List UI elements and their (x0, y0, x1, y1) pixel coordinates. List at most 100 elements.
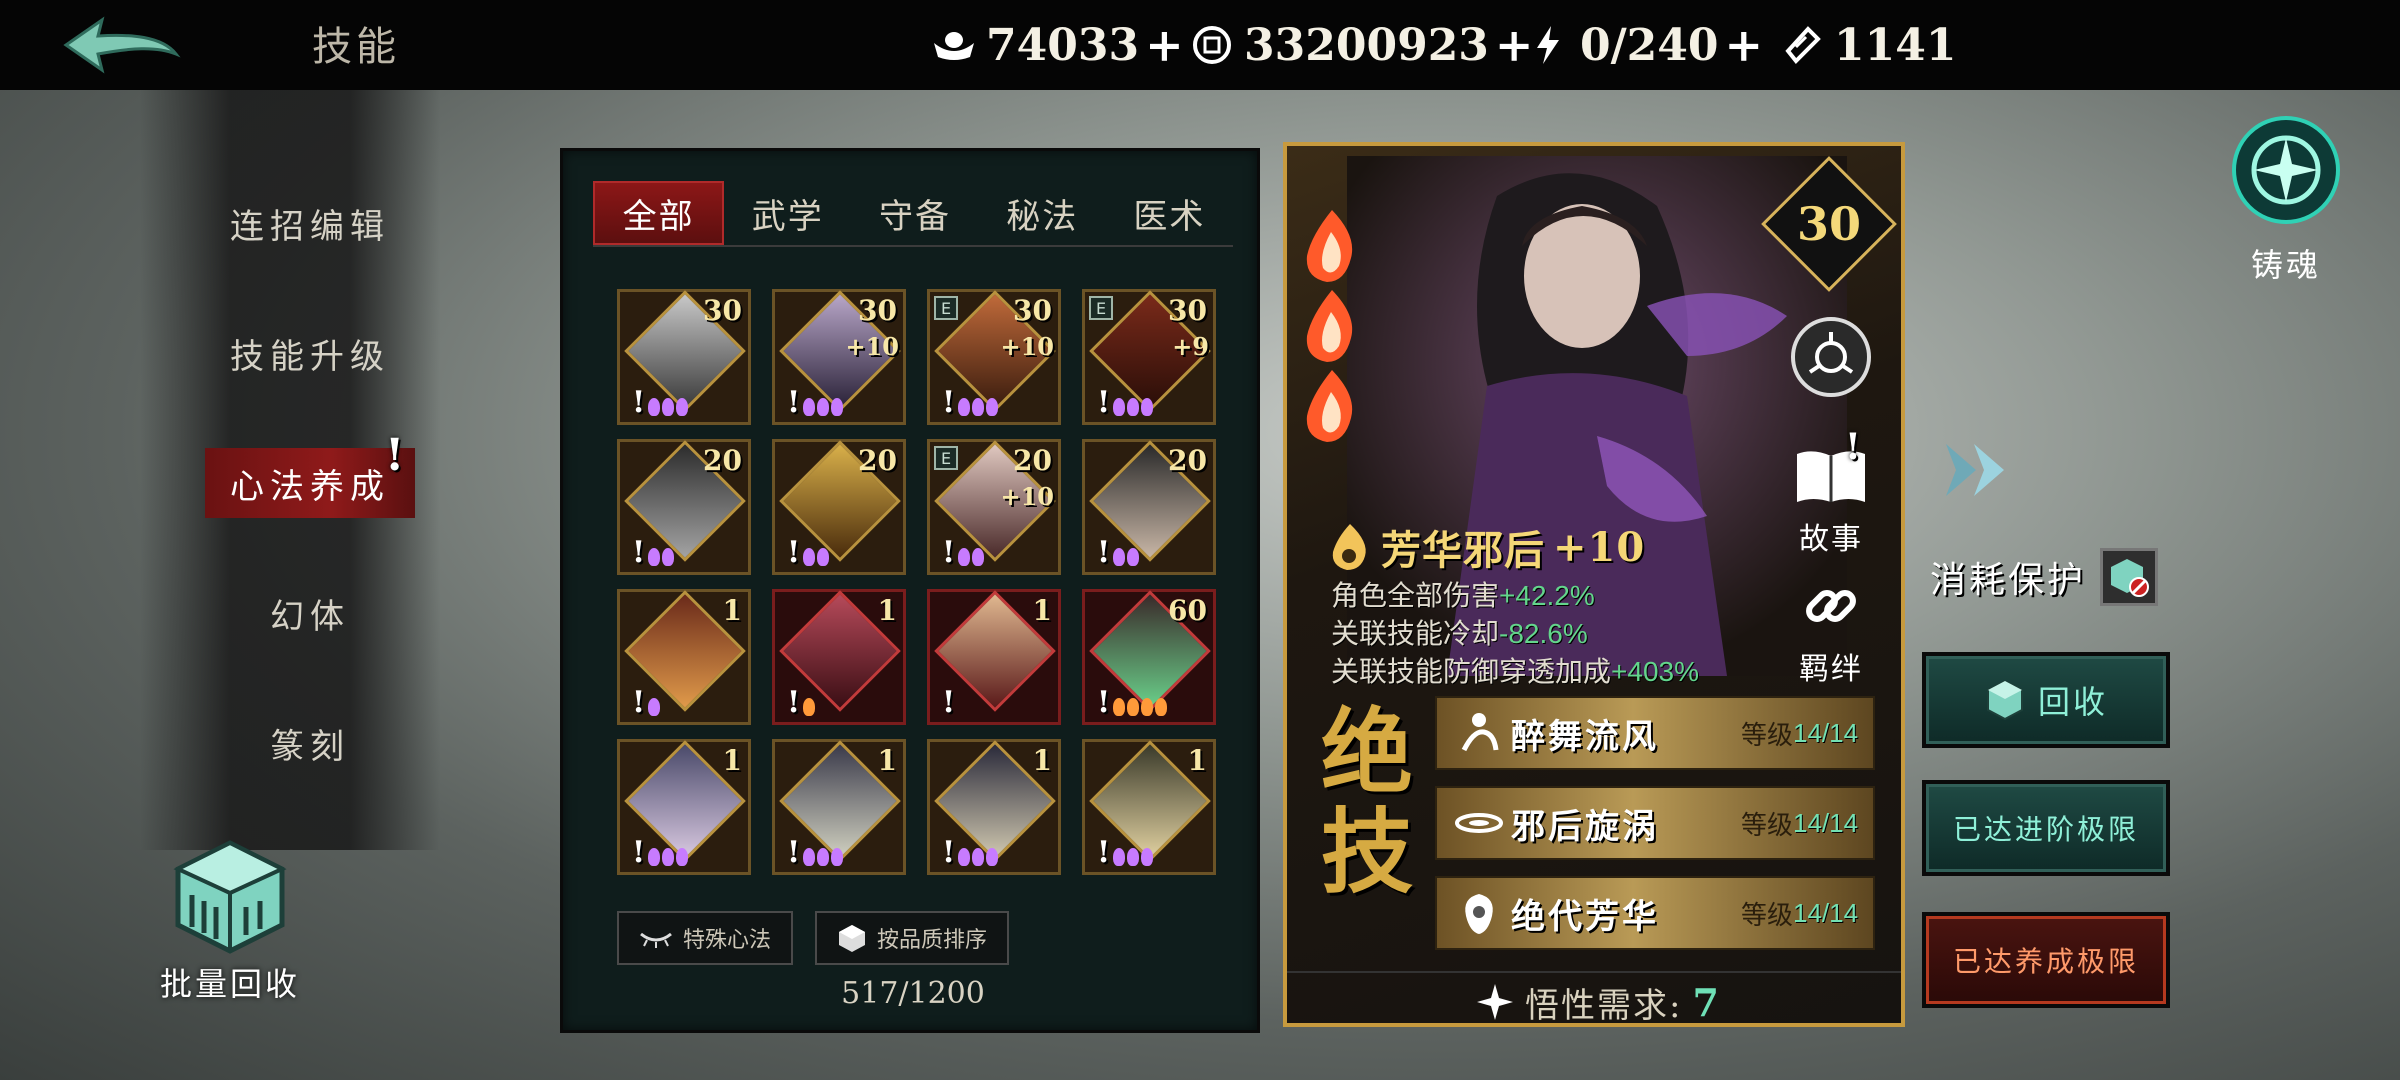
chain-link-icon (1806, 590, 1856, 622)
rank-flames (803, 698, 815, 718)
flame-icon (648, 398, 660, 416)
add-stamina-button[interactable]: + (1725, 18, 1764, 72)
flame-icon (1127, 548, 1139, 566)
card-level: 1 (1187, 744, 1207, 777)
skill-level: 14/14 (1793, 807, 1859, 838)
alert-icon: ! (1097, 385, 1111, 420)
mindset-card[interactable]: E 30 +9! (1082, 289, 1216, 425)
flame-icon (662, 848, 674, 866)
flame-icon (831, 848, 843, 866)
card-level: 1 (1032, 594, 1052, 627)
recycle-button[interactable]: 回收 (1922, 652, 2170, 748)
next-arrow-icon[interactable] (1938, 440, 2018, 504)
skill-level-label: 等级 (1741, 810, 1794, 841)
flame-icon (817, 848, 829, 866)
bulk-recycle-button[interactable]: 批量回收 (150, 835, 310, 1015)
stat-value: +42.2% (1499, 580, 1595, 611)
mindset-card[interactable]: 20! (617, 439, 751, 575)
sort-by-quality-button[interactable]: 按品质排序 (815, 911, 1010, 965)
skill-name: 醉舞流风 (1511, 716, 1659, 757)
flame-icon (1155, 698, 1167, 716)
dance-icon (1447, 703, 1511, 763)
advance-limit-label: 已达进阶极限 (1952, 813, 2139, 846)
flame-icon (1297, 286, 1367, 370)
cultivate-limit-button[interactable]: 已达养成极限 (1922, 912, 2170, 1008)
mindset-card[interactable]: 20! (772, 439, 906, 575)
sect-emblem-button[interactable] (1783, 314, 1879, 408)
tab-all[interactable]: 全部 (593, 181, 725, 245)
flame-icon (662, 398, 674, 416)
flame-icon (986, 848, 998, 866)
card-level: 30 (1168, 294, 1207, 327)
tab-martial[interactable]: 武学 (724, 181, 851, 245)
alert-icon: ! (385, 430, 405, 481)
mindset-card[interactable]: 30 +10! (772, 289, 906, 425)
add-silver-button[interactable]: + (1145, 18, 1184, 72)
rank-flames (648, 848, 688, 868)
alert-icon: ! (1097, 835, 1111, 870)
flame-icon (1113, 398, 1125, 416)
skill-level: 14/14 (1793, 717, 1859, 748)
mindset-card[interactable]: 1! (1082, 739, 1216, 875)
menu-item-combo-edit[interactable]: 连招编辑 (205, 188, 415, 258)
skill-level-label: 等级 (1741, 720, 1794, 751)
rank-flames (648, 698, 660, 718)
flame-icon (676, 848, 688, 866)
menu-item-engrave[interactable]: 篆刻 (205, 708, 415, 778)
mindset-card[interactable]: 1! (772, 589, 906, 725)
mindset-name-text: 芳华邪后 (1381, 527, 1545, 574)
special-mindset-button[interactable]: 特殊心法 (617, 911, 794, 965)
skill-row[interactable]: 绝代芳华 等级 14/14 (1435, 876, 1875, 950)
skill-row[interactable]: 邪后旋涡 等级 14/14 (1435, 786, 1875, 860)
bond-button[interactable]: 羁绊 (1783, 576, 1879, 688)
flame-rank-icon (1332, 524, 1366, 570)
bond-label: 羁绊 (1799, 652, 1863, 687)
recycle-cube-icon (173, 840, 287, 954)
protect-toggle[interactable] (2100, 548, 2159, 606)
flame-icon (1127, 398, 1139, 416)
mindset-card[interactable]: 30! (617, 289, 751, 425)
tab-medicine[interactable]: 医术 (1106, 181, 1233, 245)
flame-icon (803, 548, 815, 566)
tab-defense[interactable]: 守备 (851, 181, 978, 245)
mindset-card[interactable]: 1! (772, 739, 906, 875)
mindset-card[interactable]: 60! (1082, 589, 1216, 725)
alert-icon: ! (942, 535, 956, 570)
menu-item-skill-upgrade[interactable]: 技能升级 (205, 318, 415, 388)
insight-requirement: 悟性需求: 7 (1287, 971, 1901, 1023)
flame-icon (648, 548, 660, 566)
protect-label: 消耗保护 (1930, 560, 2087, 601)
flame-icon (1141, 698, 1153, 716)
mindset-card[interactable]: 20! (1082, 439, 1216, 575)
story-button[interactable]: 故事 (1783, 446, 1879, 558)
flame-icon (803, 698, 815, 716)
protect-off-icon (2111, 559, 2150, 597)
back-button[interactable] (55, 12, 185, 78)
page-title: 技能 (312, 24, 400, 70)
mindset-card[interactable]: 1! (927, 589, 1061, 725)
card-bonus: +10 (845, 332, 899, 361)
stat-label: 关联技能防御穿透加成 (1331, 656, 1612, 687)
advance-limit-button[interactable]: 已达进阶极限 (1922, 780, 2170, 876)
stat-row: 角色全部伤害+42.2% (1331, 574, 1595, 614)
flame-icon (958, 848, 970, 866)
card-level: 1 (722, 594, 742, 627)
mindset-card[interactable]: 1! (617, 589, 751, 725)
flame-icon (1141, 398, 1153, 416)
flame-icon (1113, 698, 1125, 716)
coin-icon (1190, 23, 1234, 67)
soul-forge-icon (2232, 116, 2340, 224)
mindset-card[interactable]: 1! (617, 739, 751, 875)
flame-icon (676, 398, 688, 416)
tab-secret[interactable]: 秘法 (979, 181, 1106, 245)
forge-soul-button[interactable]: 铸魂 (2218, 110, 2354, 286)
mindset-card[interactable]: E 20 +10! (927, 439, 1061, 575)
mindset-card[interactable]: 1! (927, 739, 1061, 875)
flame-icon (1113, 548, 1125, 566)
menu-item-phantom[interactable]: 幻体 (205, 578, 415, 648)
menu-item-mindset-cultivate[interactable]: 心法养成 (205, 448, 415, 518)
skill-row[interactable]: 醉舞流风 等级 14/14 (1435, 696, 1875, 770)
alert-icon: ! (1097, 535, 1111, 570)
stat-value: +403% (1611, 656, 1699, 687)
mindset-card[interactable]: E 30 +10! (927, 289, 1061, 425)
